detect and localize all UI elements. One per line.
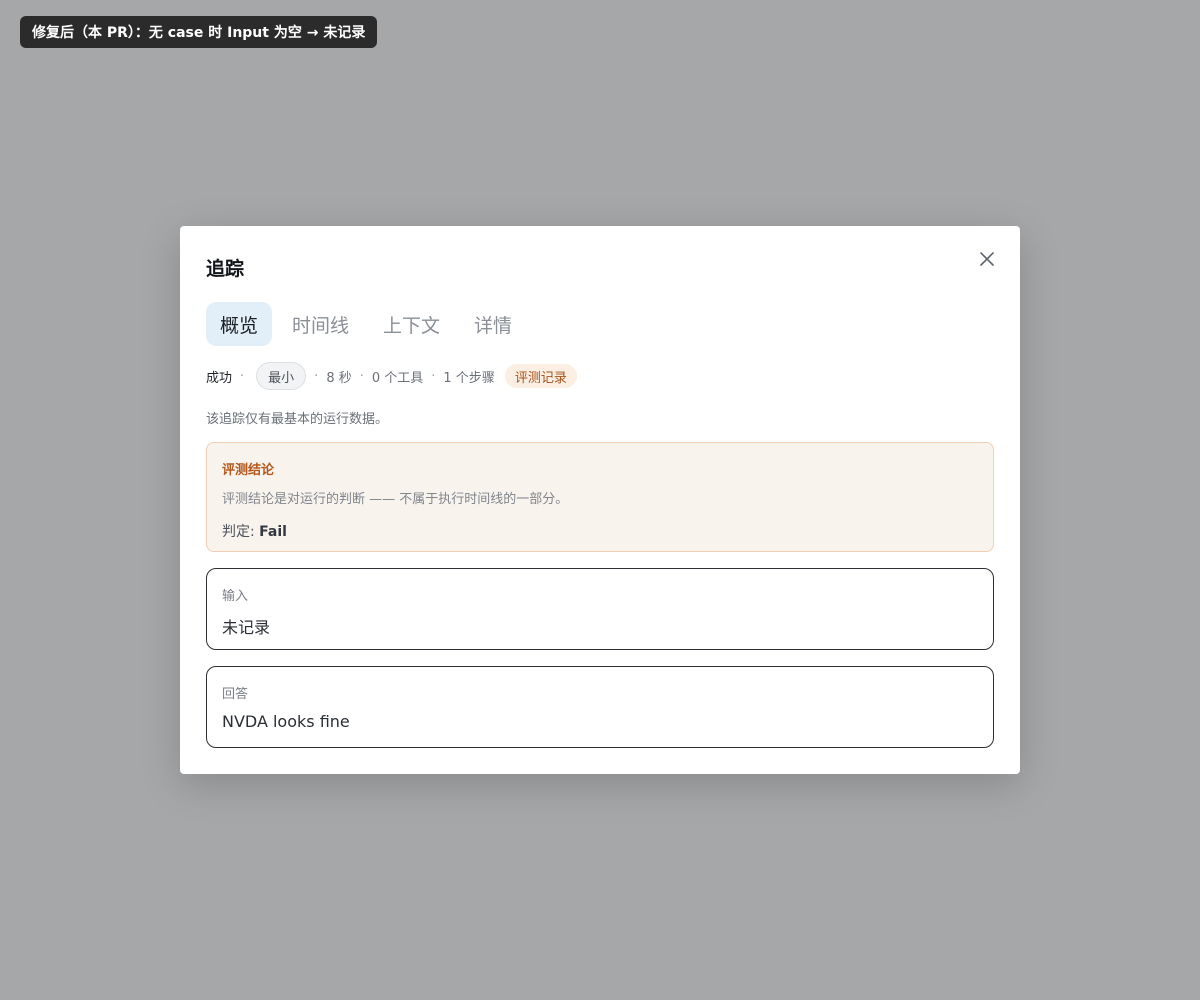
duration-text: 8 秒: [326, 370, 352, 386]
answer-value: NVDA looks fine: [222, 712, 350, 731]
status-text: 成功: [206, 370, 233, 386]
banner-label: 修复后（本 PR）：无 case 时 Input 为空 → 未记录: [20, 16, 378, 48]
trace-note: 该追踪仅有最基本的运行数据。: [206, 412, 389, 427]
answer-label: 回答: [222, 687, 249, 702]
verdict-value: Fail: [259, 524, 287, 540]
tab-timeline[interactable]: 时间线: [278, 302, 363, 346]
answer-card: 回答 NVDA looks fine: [206, 666, 994, 748]
separator-dot: ·: [314, 368, 319, 384]
eval-record-badge: 评测记录: [504, 364, 577, 388]
evaluation-title: 评测结论: [222, 463, 275, 478]
close-button[interactable]: [976, 248, 998, 270]
verdict-label: 判定:: [222, 524, 255, 540]
separator-dot: ·: [431, 368, 436, 384]
trace-meta-row: 成功 · 最小 · 8 秒 · 0 个工具 · 1 个步骤 评测记录: [206, 362, 577, 390]
modal-title: 追踪: [206, 258, 245, 280]
separator-dot: ·: [359, 368, 364, 384]
evaluation-description: 评测结论是对运行的判断 —— 不属于执行时间线的一部分。: [222, 492, 569, 507]
evaluation-verdict: 判定: Fail: [222, 521, 978, 541]
trace-modal: 追踪 概览 时间线 上下文 详情 成功 · 最小 · 8 秒 · 0 个工具 ·…: [180, 226, 1020, 774]
evaluation-panel: 评测结论 评测结论是对运行的判断 —— 不属于执行时间线的一部分。 判定: Fa…: [206, 442, 994, 552]
tab-bar: 概览 时间线 上下文 详情: [206, 302, 532, 346]
tools-count: 0 个工具: [371, 370, 424, 386]
tab-details[interactable]: 详情: [460, 302, 526, 346]
separator-dot: ·: [240, 368, 245, 384]
input-value: 未记录: [222, 618, 271, 637]
tab-overview[interactable]: 概览: [206, 302, 273, 346]
level-badge: 最小: [256, 362, 307, 390]
close-icon: [980, 252, 994, 266]
input-label: 输入: [222, 589, 249, 604]
tab-context[interactable]: 上下文: [369, 302, 454, 346]
input-card: 输入 未记录: [206, 568, 994, 650]
steps-count: 1 个步骤: [443, 370, 495, 386]
